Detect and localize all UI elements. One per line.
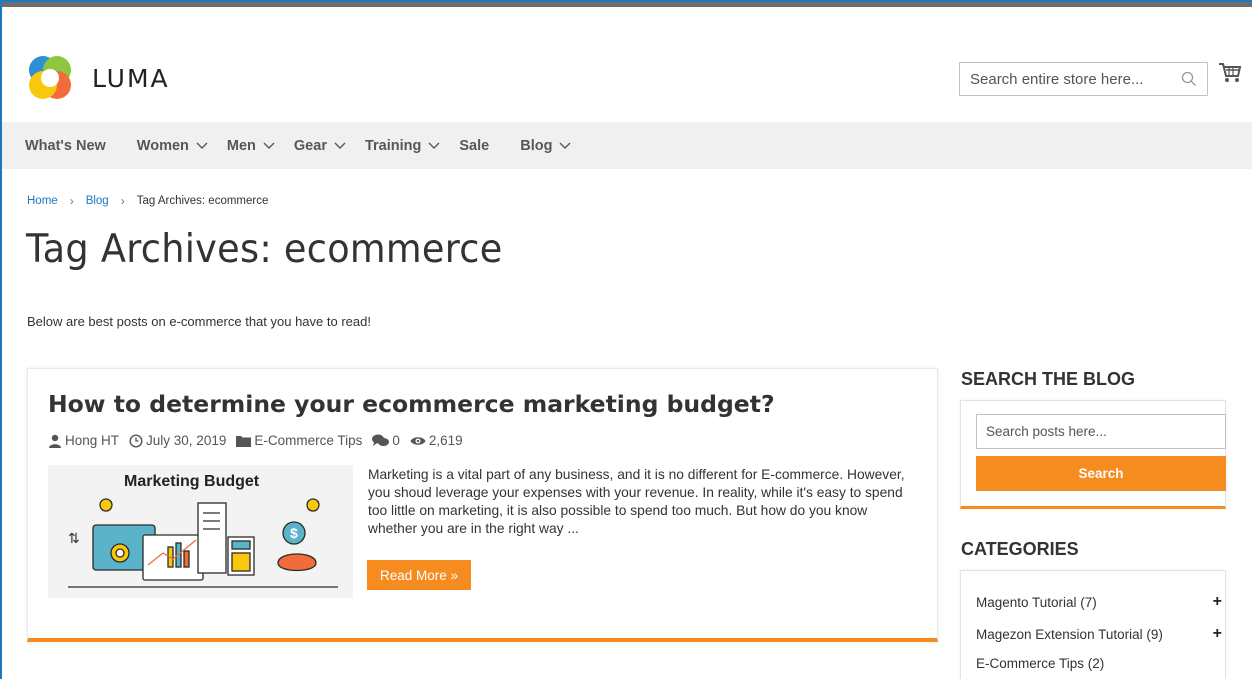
read-more-button[interactable]: Read More » [367,560,471,590]
logo[interactable]: LUMA [26,54,170,102]
post-excerpt: Marketing is a vital part of any busines… [368,467,905,536]
chevron-down-icon [334,142,346,149]
category-item[interactable]: E-Commerce Tips (2) [976,656,1228,671]
user-icon [49,434,61,448]
breadcrumb-blog[interactable]: Blog [86,195,109,207]
categories-heading: CATEGORIES [961,539,1079,559]
post-card: How to determine your ecommerce marketin… [27,368,938,642]
chevron-down-icon [196,142,208,149]
chevron-down-icon [263,142,275,149]
post-author-name: Hong HT [65,433,120,448]
page-frame: LUMA What's New Women Men Gear Training … [0,0,1252,679]
post-meta: Hong HT July 30, 2019 E-Commerce Tips 0 … [48,433,473,448]
post-views-count: 2,619 [428,433,463,448]
category-label: Magento Tutorial (7) [976,594,1097,610]
categories-panel: Magento Tutorial (7) + Magezon Extension… [960,570,1226,679]
breadcrumb-separator-icon: › [69,194,74,208]
post-title[interactable]: How to determine your ecommerce marketin… [48,390,775,418]
category-item[interactable]: Magento Tutorial (7) + [976,593,1228,611]
comments-icon [372,434,390,446]
site-header: LUMA [2,7,1252,122]
cart-icon[interactable] [1218,62,1242,84]
breadcrumb: Home › Blog › Tag Archives: ecommerce [27,194,268,208]
nav-item-gear[interactable]: Gear [294,138,346,154]
page-intro: Below are best posts on e-commerce that … [27,314,371,329]
nav-item-sale[interactable]: Sale [459,138,489,154]
logo-text: LUMA [92,63,170,93]
category-item[interactable]: Magezon Extension Tutorial (9) + [976,625,1228,643]
blog-search-input[interactable] [976,414,1226,449]
search-icon[interactable] [1181,71,1197,87]
expand-plus-icon[interactable]: + [1213,625,1222,643]
post-date: July 30, 2019 [129,433,226,448]
chevron-down-icon [559,142,571,149]
folder-icon [236,435,252,447]
blog-search-button[interactable]: Search [976,456,1226,491]
svg-text:$: $ [290,525,298,541]
nav-item-women[interactable]: Women [137,138,208,154]
nav-label: Training [364,137,422,154]
nav-label: Gear [293,137,327,154]
nav-label: Blog [520,137,553,154]
nav-item-blog[interactable]: Blog [520,138,571,154]
chevron-down-icon [428,142,440,149]
post-category[interactable]: E-Commerce Tips [236,433,362,448]
luma-logo-icon [29,56,71,99]
nav-item-men[interactable]: Men [227,138,275,154]
nav-label: What's New [25,137,106,154]
store-search-box[interactable] [959,62,1208,96]
nav-label: Women [136,137,189,154]
post-date-text: July 30, 2019 [146,433,227,448]
main-nav: What's New Women Men Gear Training Sale … [2,122,1252,169]
post-category-text: E-Commerce Tips [254,433,363,448]
page-title: Tag Archives: ecommerce [26,227,503,272]
post-author[interactable]: Hong HT [48,433,119,448]
blog-search-heading: SEARCH THE BLOG [961,369,1136,389]
post-views: 2,619 [410,433,463,448]
nav-label: Men [226,137,256,154]
category-label: Magezon Extension Tutorial (9) [976,626,1163,642]
post-comments[interactable]: 0 [372,433,400,448]
blog-search-panel: Search [960,400,1226,509]
expand-plus-icon[interactable]: + [1213,593,1222,611]
nav-item-whats-new[interactable]: What's New [25,138,106,154]
clock-icon [129,433,143,448]
svg-text:⇅: ⇅ [68,531,80,547]
nav-item-training[interactable]: Training [365,138,440,154]
post-comments-count: 0 [392,433,400,448]
breadcrumb-current: Tag Archives: ecommerce [136,195,269,207]
post-thumbnail[interactable]: Marketing Budget $ ⇅ [48,465,353,598]
marketing-budget-illustration: $ ⇅ [68,498,338,588]
breadcrumb-separator-icon: › [120,194,125,208]
nav-label: Sale [459,137,490,154]
breadcrumb-home[interactable]: Home [27,195,58,207]
eye-icon [410,436,426,445]
store-search-input[interactable] [970,70,1170,88]
category-label: E-Commerce Tips (2) [976,656,1105,671]
